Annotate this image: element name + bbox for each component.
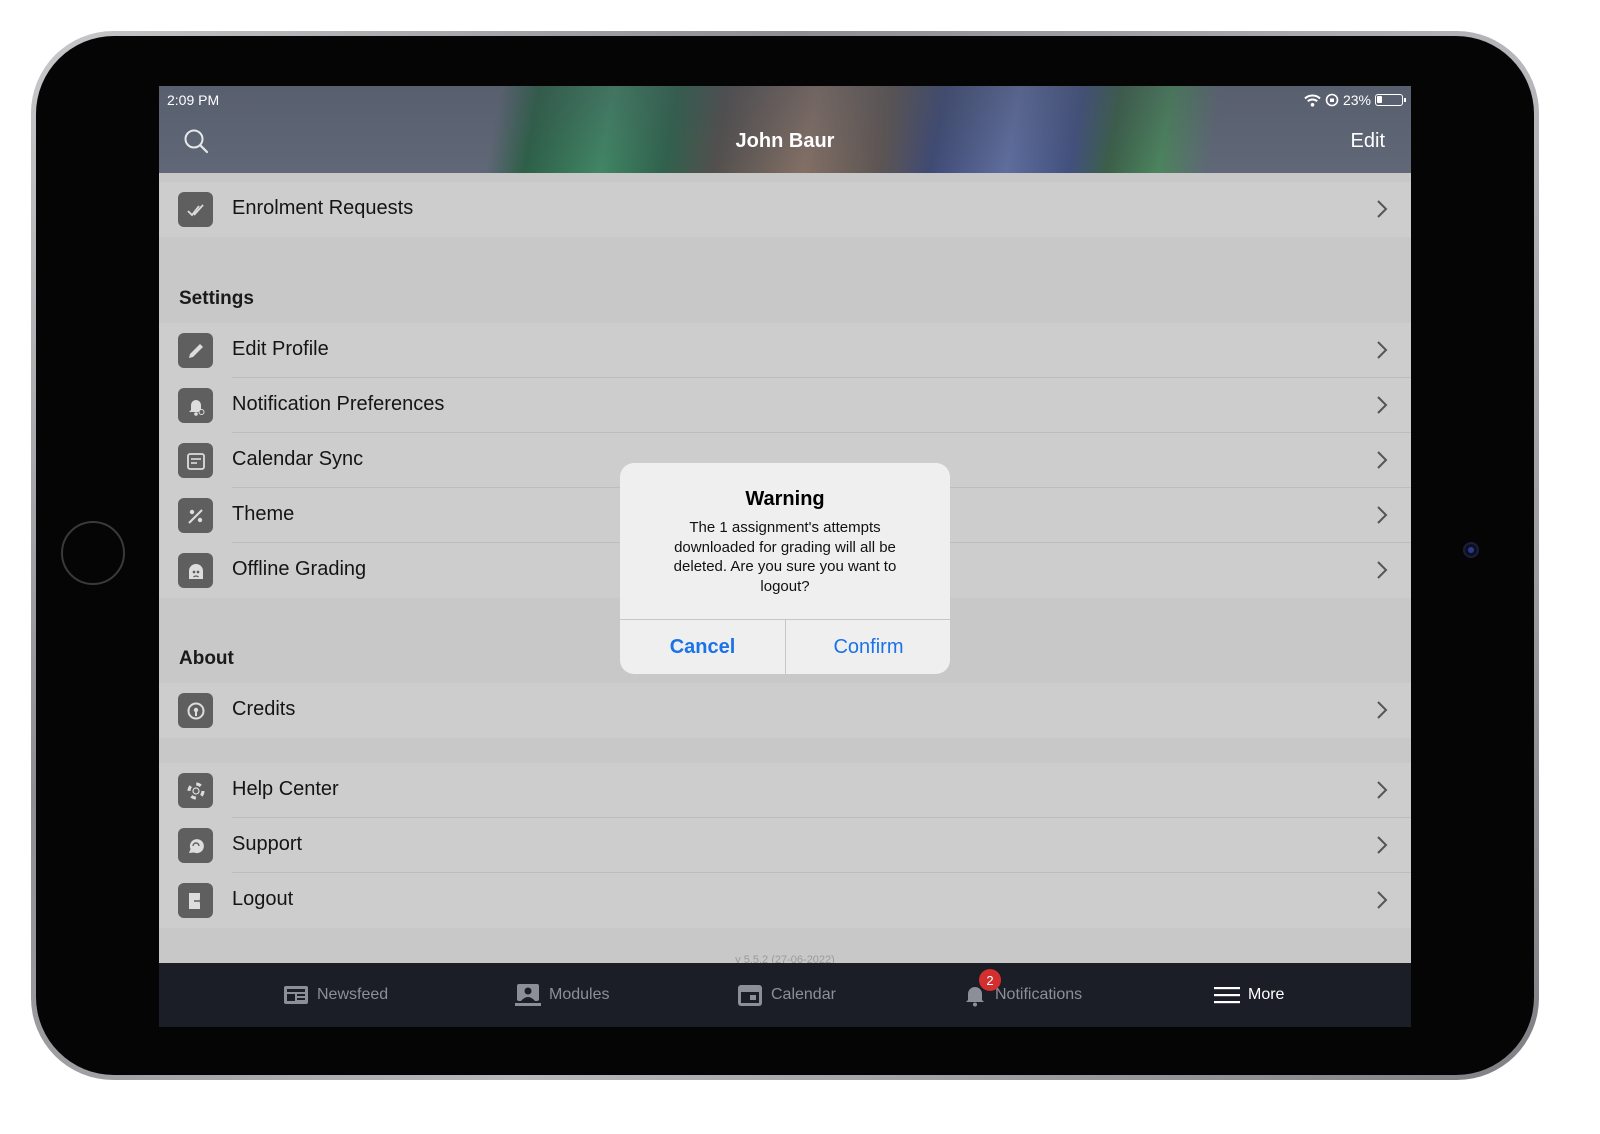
tab-more[interactable]: More (1214, 981, 1284, 1009)
tab-calendar[interactable]: Calendar (737, 981, 836, 1009)
logout-door-icon (178, 883, 213, 918)
hamburger-menu-icon (1214, 987, 1240, 1004)
tab-label: More (1248, 986, 1285, 1003)
tab-label: Newsfeed (317, 986, 389, 1003)
row-enrolment-requests[interactable]: Enrolment Requests (159, 182, 1411, 237)
tab-notifications[interactable]: 2 Notifications (963, 969, 1083, 1009)
row-label: Notification Preferences (232, 393, 445, 415)
profile-name: John Baur (735, 130, 835, 152)
logout-warning-dialog: Warning The 1 assignment's attempts down… (620, 463, 950, 674)
row-logout[interactable]: Logout (159, 873, 1411, 928)
calendar-icon (178, 443, 213, 478)
chevron-right-icon (1377, 200, 1388, 218)
row-label: Edit Profile (232, 338, 329, 360)
battery-percent: 23% (1342, 92, 1371, 108)
row-label: Offline Grading (232, 558, 367, 580)
row-support[interactable]: Support (159, 818, 1411, 873)
modules-icon (515, 984, 541, 1006)
chevron-right-icon (1377, 836, 1388, 854)
wifi-icon (1304, 94, 1321, 107)
row-help-center[interactable]: Help Center (159, 763, 1411, 818)
tab-bar: Newsfeed Modules Calendar 2 Notification… (159, 963, 1411, 1027)
tab-label: Notifications (995, 986, 1083, 1003)
row-label: Support (232, 833, 303, 855)
dialog-title: Warning (745, 488, 825, 510)
double-check-icon (178, 192, 213, 227)
row-credits[interactable]: Credits (159, 683, 1411, 738)
row-label: Enrolment Requests (232, 197, 414, 219)
tab-modules[interactable]: Modules (515, 981, 609, 1009)
home-button[interactable] (61, 521, 125, 585)
row-label: Help Center (232, 778, 339, 800)
chevron-right-icon (1377, 451, 1388, 469)
section-settings: Settings (179, 288, 254, 309)
battery-icon (1375, 94, 1406, 106)
chevron-right-icon (1377, 891, 1388, 909)
calendar-icon (738, 985, 762, 1006)
edit-button[interactable]: Edit (1351, 130, 1385, 153)
bell-settings-icon (178, 388, 213, 423)
row-notification-preferences[interactable]: Notification Preferences (159, 378, 1411, 433)
app-screen: 2:09 PM 23% John Baur Edit Enrolment Req… (159, 86, 1411, 1027)
row-label: Theme (232, 503, 295, 525)
chevron-right-icon (1377, 506, 1388, 524)
chevron-right-icon (1377, 561, 1388, 579)
chat-support-icon (178, 828, 213, 863)
chevron-right-icon (1377, 781, 1388, 799)
chevron-right-icon (1377, 396, 1388, 414)
tab-label: Calendar (771, 986, 836, 1003)
theme-wand-icon (178, 498, 213, 533)
confirm-button[interactable]: Confirm (786, 620, 950, 674)
row-label: Calendar Sync (232, 448, 364, 470)
profile-header: 2:09 PM 23% John Baur Edit (159, 86, 1411, 173)
tab-label: Modules (549, 986, 610, 1003)
pencil-icon (178, 333, 213, 368)
lifebuoy-icon (178, 773, 213, 808)
cancel-button[interactable]: Cancel (620, 620, 785, 674)
row-edit-profile[interactable]: Edit Profile (159, 323, 1411, 378)
row-label: Logout (232, 888, 294, 910)
offline-face-icon (178, 553, 213, 588)
status-time: 2:09 PM (167, 92, 220, 108)
status-indicators: 23% (1304, 92, 1406, 108)
orientation-lock-icon (1325, 93, 1339, 107)
chevron-right-icon (1377, 341, 1388, 359)
credits-badge-icon (178, 693, 213, 728)
front-camera (1463, 542, 1479, 558)
newsfeed-icon (284, 986, 308, 1004)
notifications-badge: 2 (979, 969, 1001, 991)
row-label: Credits (232, 698, 296, 720)
tab-newsfeed[interactable]: Newsfeed (283, 981, 388, 1009)
dialog-message: The 1 assignment's attempts downloaded f… (673, 519, 897, 595)
section-about: About (179, 648, 234, 669)
chevron-right-icon (1377, 701, 1388, 719)
notifications-icon-wrap: 2 (963, 969, 1001, 1007)
